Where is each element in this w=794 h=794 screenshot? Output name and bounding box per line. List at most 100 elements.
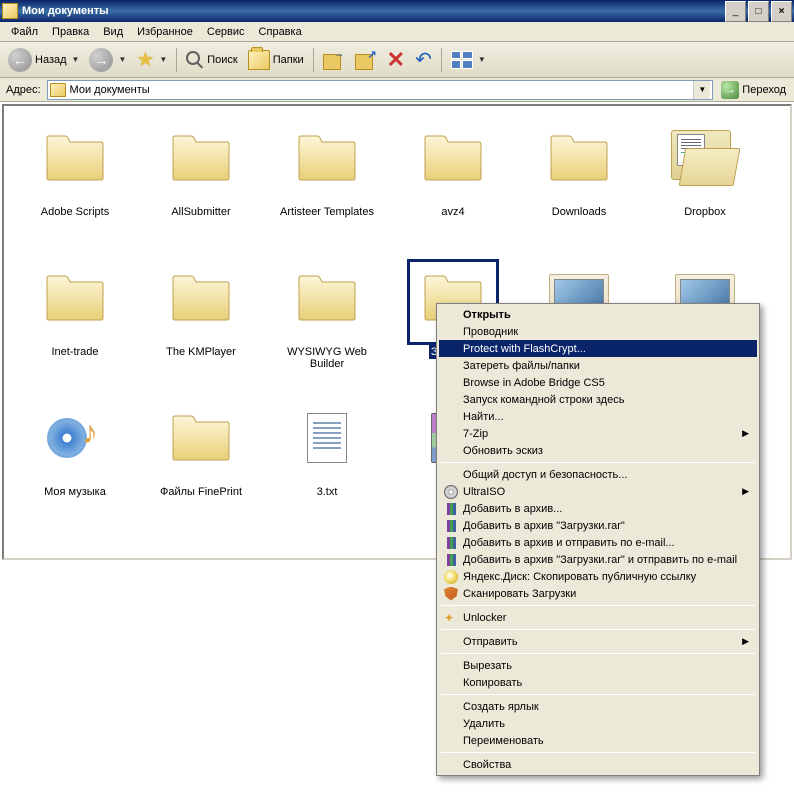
context-menu-label: Общий доступ и безопасность... [463, 469, 627, 481]
file-icon-wrapper [407, 119, 499, 205]
context-menu-item[interactable]: Browse in Adobe Bridge CS5 [439, 374, 757, 391]
copy-button[interactable] [351, 45, 381, 75]
yandex-disk-icon [443, 569, 459, 585]
context-menu-item[interactable]: Отправить▶ [439, 633, 757, 650]
undo-icon: ↶ [415, 47, 432, 72]
menu-bar: Файл Правка Вид Избранное Сервис Справка [0, 22, 794, 42]
address-dropdown[interactable]: ▼ [693, 81, 710, 99]
folders-button[interactable]: Папки [244, 45, 308, 75]
context-menu-item[interactable]: Общий доступ и безопасность... [439, 466, 757, 483]
context-menu-item[interactable]: Unlocker [439, 609, 757, 626]
file-item[interactable]: AllSubmitter [138, 114, 264, 254]
close-button[interactable]: × [771, 1, 792, 22]
file-icon-wrapper [155, 399, 247, 485]
file-label: WYSIWYG Web Builder [272, 345, 382, 371]
maximize-button[interactable]: □ [748, 1, 769, 22]
forward-button[interactable]: → ▼ [85, 45, 130, 75]
forward-icon: → [89, 48, 113, 72]
favorites-button[interactable]: ★▼ [132, 45, 171, 75]
file-item[interactable]: Downloads [516, 114, 642, 254]
context-menu-item[interactable]: Свойства [439, 756, 757, 773]
context-menu-label: Добавить в архив и отправить по e-mail..… [463, 537, 675, 549]
file-icon-wrapper [155, 119, 247, 205]
go-label: Переход [742, 84, 786, 96]
context-menu-label: Затереть файлы/папки [463, 360, 580, 372]
folder-icon [50, 83, 66, 97]
context-menu-item[interactable]: Затереть файлы/папки [439, 357, 757, 374]
menu-service[interactable]: Сервис [200, 24, 252, 40]
window-icon [2, 3, 18, 19]
submenu-arrow-icon: ▶ [742, 636, 749, 647]
file-label: Моя музыка [42, 485, 108, 499]
menu-help[interactable]: Справка [252, 24, 309, 40]
context-menu-item[interactable]: Проводник [439, 323, 757, 340]
delete-icon: ✕ [387, 47, 405, 73]
file-item[interactable]: WYSIWYG Web Builder [264, 254, 390, 394]
undo-button[interactable]: ↶ [411, 45, 436, 75]
context-menu-item[interactable]: Яндекс.Диск: Скопировать публичную ссылк… [439, 568, 757, 585]
context-menu-item[interactable]: Вырезать [439, 657, 757, 674]
context-menu-separator [441, 653, 755, 654]
file-item[interactable]: Artisteer Templates [264, 114, 390, 254]
search-button[interactable]: Поиск [182, 45, 241, 75]
file-icon [418, 130, 488, 186]
context-menu-item[interactable]: UltraISO▶ [439, 483, 757, 500]
separator [313, 48, 314, 72]
file-item[interactable]: avz4 [390, 114, 516, 254]
file-item[interactable]: ♪ Моя музыка [12, 394, 138, 534]
books-icon [443, 518, 459, 534]
file-item[interactable]: Adobe Scripts [12, 114, 138, 254]
title-bar: Мои документы _ □ × [0, 0, 794, 22]
books-icon [443, 535, 459, 551]
context-menu-item[interactable]: Добавить в архив и отправить по e-mail..… [439, 534, 757, 551]
context-menu-label: Проводник [463, 326, 518, 338]
menu-file[interactable]: Файл [4, 24, 45, 40]
address-bar: Адрес: Мои документы ▼ → Переход [0, 78, 794, 102]
context-menu-item[interactable]: Protect with FlashCrypt... [439, 340, 757, 357]
context-menu-item[interactable]: Найти... [439, 408, 757, 425]
context-menu-item[interactable]: 7-Zip▶ [439, 425, 757, 442]
menu-edit[interactable]: Правка [45, 24, 96, 40]
context-menu-item[interactable]: Добавить в архив... [439, 500, 757, 517]
context-menu-item[interactable]: Копировать [439, 674, 757, 691]
file-label: Downloads [550, 205, 608, 219]
context-menu-item[interactable]: Запуск командной строки здесь [439, 391, 757, 408]
context-menu-item[interactable]: Создать ярлык [439, 698, 757, 715]
minimize-button[interactable]: _ [725, 1, 746, 22]
file-item[interactable]: 3.txt [264, 394, 390, 534]
context-menu: Открыть Проводник Protect with FlashCrypt.… [436, 303, 760, 776]
file-icon-wrapper [533, 119, 625, 205]
context-menu-item[interactable]: Открыть [439, 306, 757, 323]
folders-icon [248, 50, 270, 70]
context-menu-label: Добавить в архив "Загрузки.rar" и отправ… [463, 554, 737, 566]
file-icon: ♪ [40, 410, 110, 466]
file-item[interactable]: The KMPlayer [138, 254, 264, 394]
go-button[interactable]: → Переход [717, 81, 790, 99]
menu-view[interactable]: Вид [96, 24, 130, 40]
move-button[interactable] [319, 45, 349, 75]
toolbar: ← Назад ▼ → ▼ ★▼ Поиск Папки ✕ ↶ ▼ [0, 42, 794, 78]
context-menu-item[interactable]: Добавить в архив "Загрузки.rar" [439, 517, 757, 534]
search-label: Поиск [207, 54, 237, 66]
file-icon [166, 270, 236, 326]
file-item[interactable]: Dropbox [642, 114, 768, 254]
context-menu-item[interactable]: Добавить в архив "Загрузки.rar" и отправ… [439, 551, 757, 568]
file-item[interactable]: Inet-trade [12, 254, 138, 394]
delete-button[interactable]: ✕ [383, 45, 409, 75]
context-menu-item[interactable]: Удалить [439, 715, 757, 732]
context-menu-label: UltraISO [463, 486, 505, 498]
context-menu-item[interactable]: Переименовать [439, 732, 757, 749]
separator [176, 48, 177, 72]
context-menu-item[interactable]: Обновить эскиз [439, 442, 757, 459]
menu-favorites[interactable]: Избранное [130, 24, 200, 40]
file-item[interactable]: Файлы FinePrint [138, 394, 264, 534]
context-menu-label: Browse in Adobe Bridge CS5 [463, 377, 605, 389]
file-label: 3.txt [315, 485, 340, 499]
back-button[interactable]: ← Назад ▼ [4, 45, 83, 75]
go-icon: → [721, 81, 739, 99]
disc-icon [443, 484, 459, 500]
address-input[interactable]: Мои документы ▼ [47, 80, 714, 100]
context-menu-item[interactable]: Сканировать Загрузки [439, 585, 757, 602]
views-button[interactable]: ▼ [447, 45, 490, 75]
context-menu-separator [441, 629, 755, 630]
